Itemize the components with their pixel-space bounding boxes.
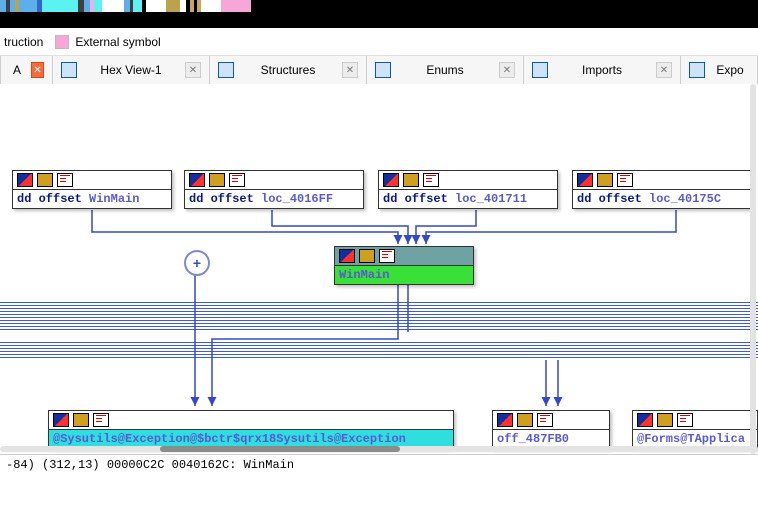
tab-close-button[interactable]: ✕ <box>342 62 358 78</box>
node-type-icon <box>403 173 419 187</box>
node-body: dd offset WinMain <box>13 190 171 208</box>
graph-node[interactable]: @Sysutils@Exception@$bctr$qrx18Sysutils@… <box>48 410 454 449</box>
legend-bar: truction External symbol <box>0 28 758 56</box>
graph-canvas[interactable]: dd offset WinMain dd offset loc_4016FF d… <box>0 84 758 454</box>
graph-node[interactable]: dd offset loc_4016FF <box>184 170 364 209</box>
tab-close-button[interactable]: ✕ <box>656 62 672 78</box>
node-body: dd offset loc_40175C <box>573 190 751 208</box>
node-type-icon <box>17 173 33 187</box>
tab-enums[interactable]: Enums ✕ <box>367 56 524 84</box>
node-type-icon <box>597 173 613 187</box>
graph-node[interactable]: dd offset loc_40175C <box>572 170 752 209</box>
colorbar-segment <box>102 0 124 12</box>
node-type-icon <box>37 173 53 187</box>
node-body: dd offset loc_401711 <box>379 190 557 208</box>
legend-item-partial: truction <box>4 35 43 49</box>
node-type-icon <box>189 173 205 187</box>
tab-label: Hex View-1 <box>83 63 179 77</box>
edge-band <box>0 342 758 360</box>
structures-icon <box>218 62 234 78</box>
node-type-icon <box>637 413 653 427</box>
tab-label: Enums <box>397 63 493 77</box>
tab-exports[interactable]: Expo <box>681 56 758 84</box>
colorbar-segment <box>146 0 166 12</box>
tab-hexview[interactable]: Hex View-1 ✕ <box>53 56 210 84</box>
node-type-icon <box>359 249 375 263</box>
node-type-icon <box>657 413 673 427</box>
graph-node-winmain[interactable]: WinMain <box>334 246 474 285</box>
legend-item-external: External symbol <box>75 35 160 49</box>
graph-node[interactable]: dd offset WinMain <box>12 170 172 209</box>
node-type-icon <box>209 173 225 187</box>
node-header <box>13 171 171 190</box>
node-body: dd offset loc_4016FF <box>185 190 363 208</box>
node-type-icon <box>53 413 69 427</box>
tab-close-button[interactable]: ✕ <box>185 62 201 78</box>
enums-icon <box>375 62 391 78</box>
tab-strip: A ✕ Hex View-1 ✕ Structures ✕ Enums ✕ Im… <box>0 56 758 85</box>
scrollbar-thumb[interactable] <box>160 446 400 452</box>
tab-close-button[interactable]: ✕ <box>499 62 515 78</box>
node-header <box>493 411 609 430</box>
top-strip <box>0 0 758 28</box>
node-type-icon <box>497 413 513 427</box>
node-type-icon <box>229 173 245 187</box>
horizontal-scrollbar[interactable] <box>0 446 758 452</box>
tab-close-button[interactable]: ✕ <box>31 62 44 78</box>
nav-color-bar <box>0 0 251 12</box>
colorbar-segment <box>221 0 251 12</box>
node-type-icon <box>57 173 73 187</box>
status-bar: -84) (312,13) 00000C2C 0040162C: WinMain <box>0 454 758 483</box>
vertical-scrollbar[interactable] <box>750 84 756 454</box>
node-type-icon <box>537 413 553 427</box>
node-type-icon <box>423 173 439 187</box>
node-type-icon <box>93 413 109 427</box>
node-type-icon <box>383 173 399 187</box>
node-type-icon <box>617 173 633 187</box>
tab-label: Expo <box>711 63 749 77</box>
node-type-icon <box>379 249 395 263</box>
graph-node[interactable]: off_487FB0 <box>492 410 610 449</box>
colorbar-segment <box>19 0 37 12</box>
node-header <box>573 171 751 190</box>
graph-node[interactable]: @Forms@TApplica <box>632 410 758 449</box>
imports-icon <box>532 62 548 78</box>
tab-ida-view[interactable]: A ✕ <box>0 56 53 84</box>
edge-band <box>0 302 758 332</box>
node-header <box>185 171 363 190</box>
colorbar-segment <box>42 0 78 12</box>
tab-structures[interactable]: Structures ✕ <box>210 56 367 84</box>
expand-group-button[interactable]: + <box>184 250 210 276</box>
node-type-icon <box>577 173 593 187</box>
tab-label: A <box>9 63 25 77</box>
node-type-icon <box>339 249 355 263</box>
colorbar-segment <box>94 0 102 12</box>
status-col2: (312,13) <box>42 458 100 472</box>
node-type-icon <box>677 413 693 427</box>
colorbar-segment <box>166 0 180 12</box>
hex-view-icon <box>61 62 77 78</box>
graph-node[interactable]: dd offset loc_401711 <box>378 170 558 209</box>
node-header <box>379 171 557 190</box>
node-body: WinMain <box>335 266 473 284</box>
tab-label: Imports <box>554 63 650 77</box>
exports-icon <box>689 62 705 78</box>
colorbar-segment <box>201 0 221 12</box>
colorbar-segment <box>133 0 142 12</box>
tab-label: Structures <box>240 63 336 77</box>
tab-imports[interactable]: Imports ✕ <box>524 56 681 84</box>
node-header <box>633 411 757 430</box>
status-col1: -84) <box>6 458 35 472</box>
node-type-icon <box>73 413 89 427</box>
node-type-icon <box>517 413 533 427</box>
node-header <box>49 411 453 430</box>
legend-swatch-external <box>55 35 69 49</box>
status-col4: 0040162C: WinMain <box>172 458 294 472</box>
status-col3: 00000C2C <box>107 458 165 472</box>
node-header <box>335 247 473 266</box>
